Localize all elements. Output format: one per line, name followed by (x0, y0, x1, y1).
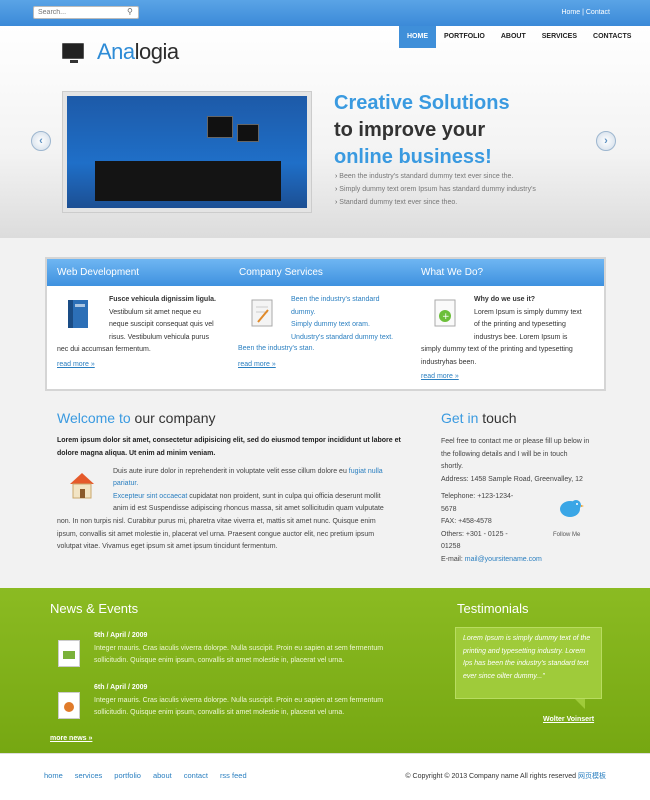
fugiat-link[interactable]: fugiat nulla (349, 468, 383, 475)
testimonial-author[interactable]: Wolter Voinsert (543, 714, 594, 727)
news-item: 5th / April / 2009 Integer mauris. Cras … (94, 632, 384, 664)
welcome-intro: Lorem ipsum dolor sit amet, consectetur … (57, 437, 401, 457)
email-link[interactable]: mail@yoursitename.com (465, 556, 542, 563)
nav-about[interactable]: ABOUT (493, 26, 534, 48)
slider-image (63, 92, 311, 212)
more-news-link[interactable]: more news » (50, 733, 92, 746)
news-title: News & Events (50, 601, 139, 616)
book-icon (66, 298, 92, 330)
footer-link-about[interactable]: about (153, 771, 172, 780)
copyright-link[interactable]: 网页模板 (578, 773, 606, 780)
hero-bullet: Simply dummy text orem Ipsum has standar… (335, 186, 536, 193)
footer-link-home[interactable]: home (44, 771, 63, 780)
search-input[interactable] (33, 6, 139, 19)
news-item: 6th / April / 2009 Integer mauris. Cras … (94, 684, 384, 716)
footer-link-contact[interactable]: contact (184, 771, 208, 780)
monitor-icon (62, 43, 84, 63)
footer-links: home services portfolio about contact rs… (44, 771, 259, 780)
nav-services[interactable]: SERVICES (534, 26, 585, 48)
testimonial-quote: Lorem Ipsum is simply dummy text of the … (455, 627, 602, 699)
feature-title: Web Development (57, 267, 140, 278)
service-link[interactable]: Simply dummy text oram. (291, 321, 370, 328)
touch-title: Get in touch (441, 410, 517, 426)
follow-me-label[interactable]: Follow Me (553, 529, 580, 542)
top-links: Home | Contact (561, 9, 610, 16)
service-link[interactable]: Undustry's standard dummy text. (291, 334, 393, 341)
notepad-icon (250, 298, 276, 330)
service-link[interactable]: Been the industry's stan. (238, 345, 314, 352)
document-add-icon: + (433, 298, 459, 330)
footer-link-services[interactable]: services (75, 771, 103, 780)
excepteur-link[interactable]: Excepteur sint occaecat (113, 493, 187, 500)
copyright: © Copyright © 2013 Company name All righ… (405, 773, 606, 780)
slider-prev-arrow-icon[interactable]: ‹ (31, 131, 51, 151)
house-icon (68, 470, 96, 500)
hero-bullet: Standard dummy text ever since theo. (335, 199, 457, 206)
slider-next-arrow-icon[interactable]: › (596, 131, 616, 151)
nav-portfolio[interactable]: PORTFOLIO (436, 26, 493, 48)
hero-line-2: to improve your (334, 119, 486, 141)
testimonials-title: Testimonials (457, 601, 529, 616)
news-doc-icon (58, 692, 80, 719)
hero-line-3: online business! (334, 146, 492, 168)
feature-title: What We Do? (421, 267, 484, 278)
read-more-link[interactable]: read more » (421, 373, 459, 380)
news-doc-icon (58, 640, 80, 667)
pariatur-link[interactable]: pariatur. (113, 480, 138, 487)
features-header: Web Development Company Services What We… (47, 259, 604, 286)
nav-contacts[interactable]: CONTACTS (585, 26, 639, 48)
footer-link-portfolio[interactable]: portfolio (114, 771, 141, 780)
top-link-contact[interactable]: Contact (586, 9, 610, 16)
read-more-link[interactable]: read more » (238, 361, 276, 368)
welcome-title: Welcome to our company (57, 410, 216, 426)
footer-link-rss[interactable]: rss feed (220, 771, 247, 780)
service-link[interactable]: Been the industry's standard (291, 296, 380, 303)
hero-bullet: Been the industry's standard dummy text … (335, 173, 513, 180)
nav-home[interactable]: HOME (399, 26, 436, 48)
main-nav: HOME PORTFOLIO ABOUT SERVICES CONTACTS (399, 26, 639, 48)
svg-text:+: + (442, 312, 450, 322)
feature-title: Company Services (239, 267, 323, 278)
top-link-home[interactable]: Home (561, 9, 580, 16)
twitter-bird-icon[interactable] (556, 495, 584, 525)
read-more-link[interactable]: read more » (57, 361, 95, 368)
hero-line-1: Creative Solutions (334, 92, 510, 114)
logo[interactable]: Analogia (97, 39, 179, 65)
search-icon[interactable]: ⚲ (127, 7, 133, 16)
service-link[interactable]: dummy. (291, 309, 315, 316)
